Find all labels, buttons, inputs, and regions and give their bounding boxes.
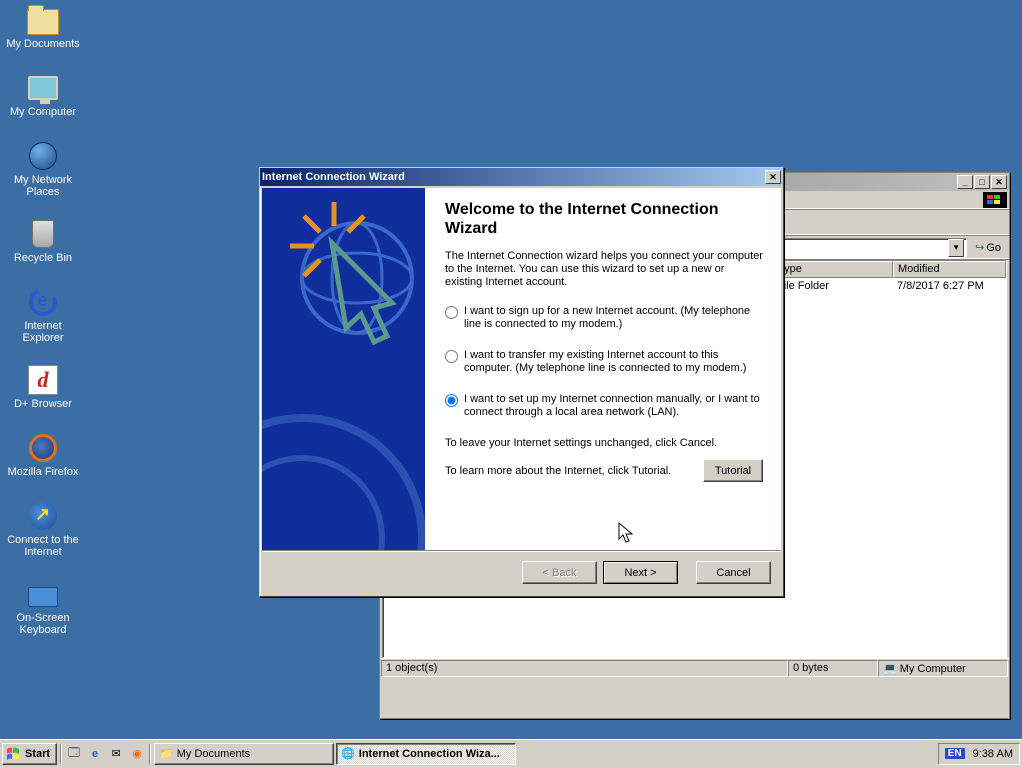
start-button[interactable]: Start — [2, 743, 57, 765]
tutorial-button[interactable]: Tutorial — [703, 459, 763, 482]
desktop-icon-network-places[interactable]: My Network Places — [6, 140, 80, 198]
column-modified[interactable]: Modified — [893, 261, 1006, 278]
minimize-button[interactable]: _ — [957, 175, 973, 189]
quick-launch-desktop[interactable]: 🗔 — [64, 744, 84, 764]
option-signup-new[interactable]: I want to sign up for a new Internet acc… — [445, 305, 763, 331]
next-button[interactable]: Next > — [603, 561, 678, 584]
column-type[interactable]: Type — [773, 261, 893, 278]
icon-label: Internet Explorer — [6, 320, 80, 344]
show-desktop-icon: 🗔 — [68, 744, 80, 763]
desktop-icon-osk[interactable]: On-Screen Keyboard — [6, 578, 80, 636]
internet-connection-wizard-dialog[interactable]: Internet Connection Wizard ✕ — [259, 167, 784, 597]
close-button[interactable]: ✕ — [991, 175, 1007, 189]
wizard-icon: 🌐 — [341, 747, 355, 760]
desktop-icon-connect[interactable]: Connect to the Internet — [6, 500, 80, 558]
start-label: Start — [25, 748, 50, 760]
radio-manual-lan[interactable] — [445, 394, 458, 407]
folder-icon — [27, 9, 59, 35]
quick-launch: 🗔 e ✉ ◉ — [60, 744, 151, 764]
d-icon: d — [28, 365, 58, 395]
windows-flag-icon — [6, 747, 22, 761]
status-bar: 1 object(s) 0 bytes 💻My Computer — [380, 658, 1009, 678]
desktop-icon-firefox[interactable]: Mozilla Firefox — [6, 432, 80, 478]
windows-logo-icon — [983, 192, 1007, 208]
back-button[interactable]: < Back — [522, 561, 597, 584]
system-tray: EN 9:38 AM — [938, 743, 1020, 765]
taskbar-item-label: My Documents — [177, 748, 250, 760]
radio-signup-new[interactable] — [445, 306, 458, 319]
ie-icon: e — [92, 748, 98, 760]
icon-label: My Computer — [6, 106, 80, 118]
computer-icon — [28, 76, 58, 100]
bin-icon — [32, 220, 54, 248]
network-icon — [29, 142, 57, 170]
option-transfer[interactable]: I want to transfer my existing Internet … — [445, 349, 763, 375]
wizard-cancel-note: To leave your Internet settings unchange… — [445, 437, 763, 449]
wizard-titlebar[interactable]: Internet Connection Wizard ✕ — [260, 168, 783, 186]
desktop-icon-dplus[interactable]: d D+ Browser — [6, 364, 80, 410]
icon-label: Recycle Bin — [6, 252, 80, 264]
icon-label: On-Screen Keyboard — [6, 612, 80, 636]
quick-launch-oe[interactable]: ✉ — [106, 744, 126, 764]
wizard-content: Welcome to the Internet Connection Wizar… — [425, 188, 781, 550]
ie-icon — [25, 284, 61, 320]
go-arrow-icon: ↪ — [975, 241, 984, 254]
taskbar-item-wizard[interactable]: 🌐 Internet Connection Wiza... — [336, 743, 516, 765]
wizard-body: Welcome to the Internet Connection Wizar… — [262, 188, 781, 550]
desktop-icon-recycle-bin[interactable]: Recycle Bin — [6, 218, 80, 264]
wizard-intro-text: The Internet Connection wizard helps you… — [445, 250, 763, 289]
icon-label: My Network Places — [6, 174, 80, 198]
wizard-tutorial-note: To learn more about the Internet, click … — [445, 465, 671, 477]
icon-label: Mozilla Firefox — [6, 466, 80, 478]
status-bytes: 0 bytes — [788, 660, 878, 677]
taskbar-item-my-documents[interactable]: 📁 My Documents — [154, 743, 334, 765]
desktop-icon-my-documents[interactable]: My Documents — [6, 4, 80, 50]
go-button[interactable]: ↪Go — [971, 240, 1005, 255]
wizard-sidebar-image — [262, 188, 425, 550]
radio-label: I want to sign up for a new Internet acc… — [464, 305, 763, 331]
address-dropdown-button[interactable]: ▼ — [948, 239, 964, 257]
cell-type: File Folder — [773, 279, 893, 294]
status-location: 💻My Computer — [878, 660, 1008, 677]
go-label: Go — [986, 242, 1001, 254]
icon-label: Connect to the Internet — [6, 534, 80, 558]
firefox-icon — [29, 434, 57, 462]
maximize-button[interactable]: □ — [974, 175, 990, 189]
wizard-heading: Welcome to the Internet Connection Wizar… — [445, 200, 763, 238]
status-objects: 1 object(s) — [381, 660, 788, 677]
desktop-icon-my-computer[interactable]: My Computer — [6, 72, 80, 118]
close-button[interactable]: ✕ — [765, 170, 781, 184]
desktop-icon-ie[interactable]: Internet Explorer — [6, 286, 80, 344]
radio-transfer[interactable] — [445, 350, 458, 363]
cancel-button[interactable]: Cancel — [696, 561, 771, 584]
language-indicator[interactable]: EN — [945, 748, 965, 759]
radio-label: I want to set up my Internet connection … — [464, 393, 763, 419]
keyboard-icon — [28, 587, 58, 607]
wizard-button-row: < Back Next > Cancel — [262, 550, 781, 594]
wizard-title: Internet Connection Wizard — [262, 171, 765, 183]
computer-icon: 💻 — [883, 662, 897, 675]
mail-icon: ✉ — [111, 747, 120, 760]
firefox-icon: ◉ — [132, 747, 142, 760]
quick-launch-firefox[interactable]: ◉ — [127, 744, 147, 764]
folder-icon: 📁 — [159, 747, 173, 760]
icon-label: My Documents — [6, 38, 80, 50]
taskbar-item-label: Internet Connection Wiza... — [359, 748, 500, 760]
quick-launch-ie[interactable]: e — [85, 744, 105, 764]
radio-label: I want to transfer my existing Internet … — [464, 349, 763, 375]
taskbar: Start 🗔 e ✉ ◉ 📁 My Documents 🌐 Internet … — [0, 739, 1022, 767]
option-manual-lan[interactable]: I want to set up my Internet connection … — [445, 393, 763, 419]
icon-label: D+ Browser — [6, 398, 80, 410]
cell-modified: 7/8/2017 6:27 PM — [893, 279, 1006, 294]
connect-icon — [29, 502, 57, 530]
clock: 9:38 AM — [973, 748, 1013, 760]
